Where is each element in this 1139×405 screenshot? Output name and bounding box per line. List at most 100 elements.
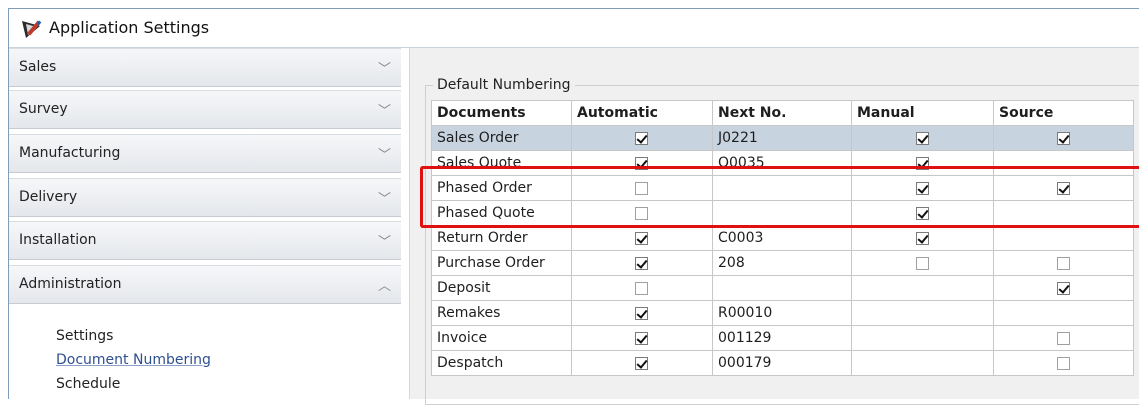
source-cell[interactable] <box>993 225 1134 251</box>
next-no-cell[interactable]: Q0035 <box>712 150 852 176</box>
next-no-cell[interactable]: C0003 <box>712 225 852 251</box>
automatic-cell[interactable] <box>571 200 713 226</box>
source-cell[interactable] <box>993 250 1134 276</box>
next-no-cell[interactable] <box>712 275 852 301</box>
manual-checkbox[interactable] <box>915 181 929 195</box>
automatic-cell[interactable] <box>571 275 713 301</box>
table-row[interactable]: Return Order C0003 <box>431 225 1134 251</box>
manual-cell[interactable] <box>851 250 994 276</box>
sidebar-section-survey[interactable]: Survey ﹀ <box>9 90 401 129</box>
manual-cell[interactable] <box>851 300 994 326</box>
manual-checkbox[interactable] <box>915 256 929 270</box>
next-no-cell[interactable]: J0221 <box>712 125 852 151</box>
document-cell[interactable]: Sales Order <box>431 125 572 151</box>
automatic-checkbox[interactable] <box>635 231 648 245</box>
sidebar-section-installation[interactable]: Installation ﹀ <box>9 221 401 260</box>
header-source[interactable]: Source <box>993 100 1134 126</box>
automatic-checkbox[interactable] <box>635 131 648 145</box>
automatic-checkbox[interactable] <box>635 331 648 345</box>
pen-icon <box>22 20 42 38</box>
sidebar-section-label: Installation <box>19 232 97 248</box>
manual-cell[interactable] <box>851 350 994 376</box>
automatic-checkbox[interactable] <box>635 181 648 195</box>
source-checkbox[interactable] <box>1056 281 1070 295</box>
sidebar-section-sales[interactable]: Sales ﹀ <box>9 48 401 87</box>
next-no-cell[interactable]: 208 <box>712 250 852 276</box>
document-cell[interactable]: Phased Order <box>431 175 572 201</box>
source-cell[interactable] <box>993 350 1134 376</box>
sidebar-section-delivery[interactable]: Delivery ﹀ <box>9 178 401 217</box>
automatic-checkbox[interactable] <box>635 256 648 270</box>
manual-cell[interactable] <box>851 325 994 351</box>
source-cell[interactable] <box>993 200 1134 226</box>
document-cell[interactable]: Phased Quote <box>431 200 572 226</box>
manual-cell[interactable] <box>851 125 994 151</box>
document-cell[interactable]: Return Order <box>431 225 572 251</box>
source-cell[interactable] <box>993 150 1134 176</box>
source-cell[interactable] <box>993 325 1134 351</box>
document-cell[interactable]: Invoice <box>431 325 572 351</box>
next-no-cell[interactable]: 000179 <box>712 350 852 376</box>
manual-cell[interactable] <box>851 175 994 201</box>
manual-cell[interactable] <box>851 150 994 176</box>
sidebar-item-settings[interactable]: Settings <box>56 328 113 344</box>
application-settings-window: Application Settings Sales ﹀ Survey ﹀ Ma… <box>8 8 1139 405</box>
document-cell[interactable]: Remakes <box>431 300 572 326</box>
table-row[interactable]: Invoice 001129 <box>431 325 1134 351</box>
source-cell[interactable] <box>993 275 1134 301</box>
header-next-no[interactable]: Next No. <box>712 100 852 126</box>
automatic-cell[interactable] <box>571 150 713 176</box>
table-row[interactable]: Deposit <box>431 275 1134 301</box>
table-row[interactable]: Purchase Order 208 <box>431 250 1134 276</box>
manual-cell[interactable] <box>851 225 994 251</box>
sidebar-section-administration[interactable]: Administration ︿ <box>9 265 401 304</box>
manual-checkbox[interactable] <box>915 156 929 170</box>
table-row[interactable]: Phased Quote <box>431 200 1134 226</box>
automatic-checkbox[interactable] <box>635 281 648 295</box>
automatic-cell[interactable] <box>571 350 713 376</box>
automatic-checkbox[interactable] <box>635 356 648 370</box>
next-no-cell[interactable]: 001129 <box>712 325 852 351</box>
next-no-cell[interactable] <box>712 175 852 201</box>
automatic-cell[interactable] <box>571 250 713 276</box>
source-cell[interactable] <box>993 175 1134 201</box>
document-cell[interactable]: Despatch <box>431 350 572 376</box>
document-cell[interactable]: Sales Quote <box>431 150 572 176</box>
next-no-cell[interactable]: R00010 <box>712 300 852 326</box>
document-cell[interactable]: Purchase Order <box>431 250 572 276</box>
automatic-checkbox[interactable] <box>635 156 648 170</box>
source-checkbox[interactable] <box>1056 131 1070 145</box>
source-checkbox[interactable] <box>1056 331 1070 345</box>
table-row[interactable]: Phased Order <box>431 175 1134 201</box>
automatic-cell[interactable] <box>571 175 713 201</box>
manual-cell[interactable] <box>851 275 994 301</box>
header-automatic[interactable]: Automatic <box>571 100 713 126</box>
manual-checkbox[interactable] <box>915 206 929 220</box>
sidebar-section-manufacturing[interactable]: Manufacturing ﹀ <box>9 134 401 173</box>
header-documents[interactable]: Documents <box>431 100 572 126</box>
automatic-cell[interactable] <box>571 325 713 351</box>
table-row[interactable]: Despatch 000179 <box>431 350 1134 376</box>
sidebar-item-document-numbering[interactable]: Document Numbering <box>56 352 211 368</box>
source-cell[interactable] <box>993 300 1134 326</box>
source-cell[interactable] <box>993 125 1134 151</box>
manual-checkbox[interactable] <box>915 131 929 145</box>
sidebar-item-schedule[interactable]: Schedule <box>56 376 120 392</box>
document-cell[interactable]: Deposit <box>431 275 572 301</box>
table-row[interactable]: Sales Order J0221 <box>431 125 1134 151</box>
table-row[interactable]: Remakes R00010 <box>431 300 1134 326</box>
automatic-checkbox[interactable] <box>635 206 648 220</box>
automatic-cell[interactable] <box>571 225 713 251</box>
automatic-cell[interactable] <box>571 125 713 151</box>
manual-cell[interactable] <box>851 200 994 226</box>
table-row[interactable]: Sales Quote Q0035 <box>431 150 1134 176</box>
automatic-cell[interactable] <box>571 300 713 326</box>
source-checkbox[interactable] <box>1056 356 1070 370</box>
sidebar-section-label: Administration <box>19 276 122 292</box>
next-no-cell[interactable] <box>712 200 852 226</box>
header-manual[interactable]: Manual <box>851 100 994 126</box>
source-checkbox[interactable] <box>1056 256 1070 270</box>
manual-checkbox[interactable] <box>915 231 929 245</box>
source-checkbox[interactable] <box>1056 181 1070 195</box>
automatic-checkbox[interactable] <box>635 306 648 320</box>
